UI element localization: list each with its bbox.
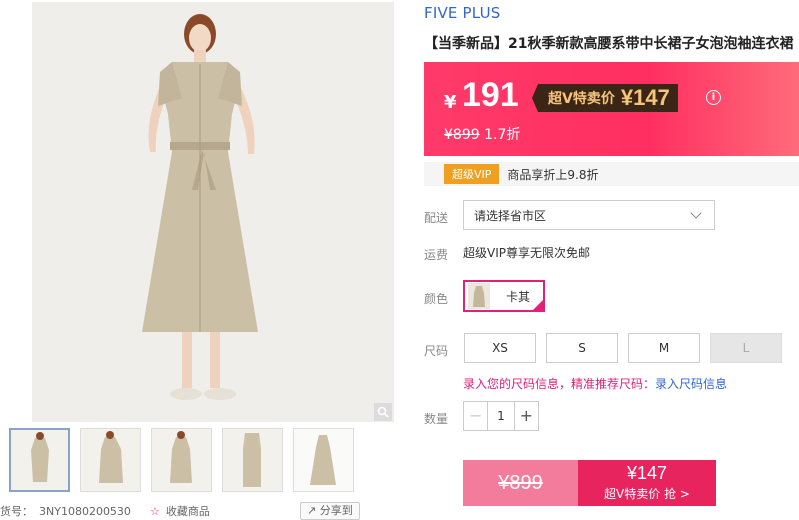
info-icon[interactable]: i — [706, 90, 721, 105]
favorite-action[interactable]: ☆ 收藏商品 — [150, 504, 210, 519]
quantity-increase-button[interactable]: + — [513, 402, 538, 430]
size-option-s[interactable]: S — [546, 333, 618, 363]
vip-discount-bar: 超级VIP 商品享折上9.8折 — [424, 162, 799, 186]
main-product-image[interactable] — [32, 2, 394, 422]
region-select-value: 请选择省市区 — [474, 208, 547, 223]
size-hint-text: 录入您的尺码信息，精准推荐尺码： — [463, 377, 656, 391]
color-option-khaki[interactable]: 卡其 ✓ — [463, 280, 545, 312]
vip-price-tag: 超V特卖价 ¥147 — [532, 84, 678, 112]
size-label: 尺码 — [424, 344, 449, 358]
buy-vip-price-button[interactable]: ¥147 超V特卖价 抢 > — [578, 460, 716, 506]
shipping-label: 运费 — [424, 248, 449, 262]
currency-symbol: ¥ — [444, 92, 457, 113]
vip-button-label: 超V特卖价 抢 > — [604, 487, 690, 501]
vip-discount-text: 商品享折上9.8折 — [507, 167, 599, 182]
original-price-row: ¥899 1.7折 — [444, 124, 520, 144]
share-action[interactable]: ↗ 分享到 — [300, 502, 360, 520]
star-icon: ☆ — [150, 504, 160, 518]
quantity-decrease-button[interactable]: − — [464, 402, 489, 430]
checkmark-icon: ✓ — [531, 298, 545, 312]
sku-number: 3NY1080200530 — [39, 504, 131, 518]
thumbnail-1[interactable] — [9, 428, 70, 492]
share-icon: ↗ — [307, 504, 317, 517]
thumbnail-3[interactable] — [151, 428, 212, 492]
thumbnail-5[interactable] — [293, 428, 354, 492]
product-title: 【当季新品】21秋季新款高腰系带中长裙子女泡泡袖连衣裙 — [424, 36, 794, 52]
quantity-label: 数量 — [424, 412, 449, 426]
price-banner: ¥ 191 超V特卖价 ¥147 i ¥899 1.7折 — [424, 62, 799, 156]
sku-prefix: 货号： — [0, 505, 33, 518]
size-option-xs[interactable]: XS — [464, 333, 536, 363]
vip-badge[interactable]: 超级VIP — [444, 164, 500, 184]
color-swatch — [468, 283, 490, 309]
share-label: 分享到 — [319, 504, 353, 517]
vip-price-value: ¥147 — [620, 85, 670, 110]
zoom-icon[interactable] — [374, 403, 392, 421]
region-select[interactable]: 请选择省市区 — [463, 200, 715, 230]
quantity-input[interactable]: 1 — [488, 402, 513, 430]
size-option-m[interactable]: M — [628, 333, 700, 363]
normal-price-label: ¥899 — [498, 472, 543, 494]
thumbnail-4[interactable] — [222, 428, 283, 492]
color-label: 颜色 — [424, 292, 449, 306]
current-price: 191 — [462, 76, 519, 114]
quantity-stepper: − 1 + — [463, 401, 539, 431]
color-option-label: 卡其 — [506, 289, 531, 304]
chevron-down-icon — [690, 207, 702, 219]
discount-rate: 1.7折 — [484, 127, 521, 143]
brand-link[interactable]: FIVE PLUS — [424, 4, 501, 22]
bottom-strip: 货号： 3NY1080200530 — [0, 504, 131, 519]
delivery-label: 配送 — [424, 211, 449, 225]
shipping-text: 超级VIP尊享无限次免邮 — [463, 246, 590, 260]
thumbnail-2[interactable] — [80, 428, 141, 492]
favorite-label: 收藏商品 — [165, 505, 210, 518]
share-button[interactable]: ↗ 分享到 — [300, 502, 360, 520]
original-price: ¥899 — [444, 127, 480, 143]
size-info-link[interactable]: 录入尺码信息 — [655, 377, 727, 391]
vip-button-price: ¥147 — [626, 463, 668, 483]
vip-price-label: 超V特卖价 — [548, 91, 615, 107]
size-hint: 录入您的尺码信息，精准推荐尺码：录入尺码信息 — [463, 375, 727, 392]
size-option-l: L — [710, 333, 782, 363]
buy-normal-price-button[interactable]: ¥899 — [463, 460, 578, 506]
